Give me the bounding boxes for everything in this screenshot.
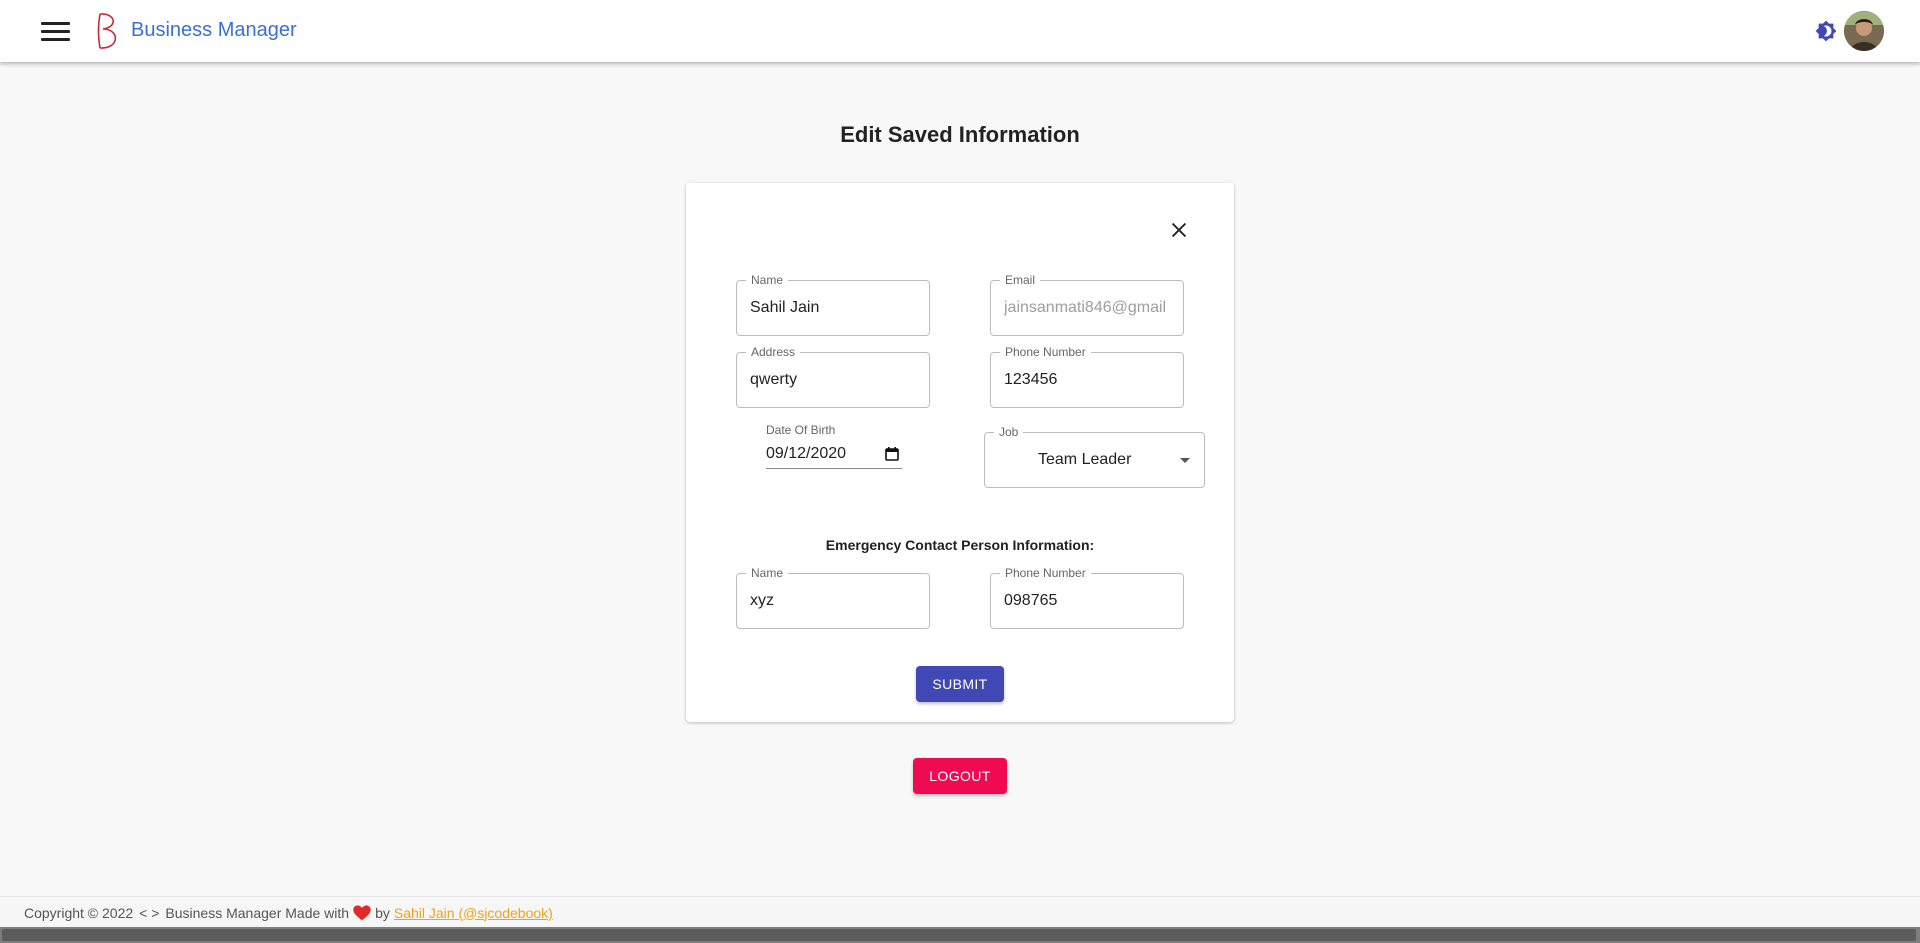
code-icon: < >: [139, 904, 160, 921]
brand-title[interactable]: Business Manager: [131, 19, 297, 42]
name-input[interactable]: [750, 281, 922, 335]
submit-button[interactable]: SUBMIT: [916, 666, 1004, 702]
by-text: by: [375, 904, 390, 921]
edit-info-card: Name Email Address Phone Number Date Of …: [686, 183, 1234, 722]
emergency-contact-heading: Emergency Contact Person Information:: [825, 537, 1095, 553]
phone-input[interactable]: [1004, 353, 1176, 407]
dob-value[interactable]: 09/12/2020: [766, 445, 846, 463]
email-input: [1004, 281, 1176, 335]
user-avatar[interactable]: [1844, 11, 1884, 51]
dob-label: Date Of Birth: [766, 423, 836, 437]
heart-icon: [353, 904, 371, 920]
emergency-phone-input[interactable]: [1004, 574, 1176, 628]
business-manager-logo-icon[interactable]: [94, 11, 122, 51]
emergency-phone-field[interactable]: Phone Number: [990, 566, 1184, 629]
emergency-name-input[interactable]: [750, 574, 922, 628]
theme-toggle-icon[interactable]: [1815, 20, 1837, 42]
footer: Copyright © 2022 < > Business Manager Ma…: [0, 896, 1920, 928]
calendar-icon[interactable]: [885, 447, 899, 461]
dob-underline: [766, 468, 902, 469]
address-field[interactable]: Address: [736, 345, 930, 408]
name-field[interactable]: Name: [736, 273, 930, 336]
close-icon[interactable]: [1168, 219, 1190, 241]
dropdown-arrow-icon: [1180, 458, 1190, 463]
app-bar: Business Manager: [0, 0, 1920, 62]
job-label: Job: [994, 425, 1024, 439]
hamburger-menu-icon[interactable]: [36, 17, 76, 45]
page-title: Edit Saved Information: [840, 122, 1080, 147]
job-select[interactable]: Job Team Leader: [984, 425, 1205, 488]
horizontal-scrollbar[interactable]: [0, 927, 1920, 943]
date-of-birth-field[interactable]: Date Of Birth 09/12/2020: [766, 423, 902, 471]
address-input[interactable]: [750, 353, 922, 407]
job-value: Team Leader: [1038, 451, 1132, 468]
logout-button[interactable]: LOGOUT: [913, 758, 1007, 794]
author-link[interactable]: Sahil Jain (@sjcodebook): [394, 905, 553, 921]
emergency-name-field[interactable]: Name: [736, 566, 930, 629]
email-field: Email: [990, 273, 1184, 336]
made-with-text: Business Manager Made with: [165, 904, 350, 921]
phone-field[interactable]: Phone Number: [990, 345, 1184, 408]
scrollbar-thumb[interactable]: [2, 929, 1916, 941]
copyright-text: Copyright © 2022: [24, 904, 134, 921]
